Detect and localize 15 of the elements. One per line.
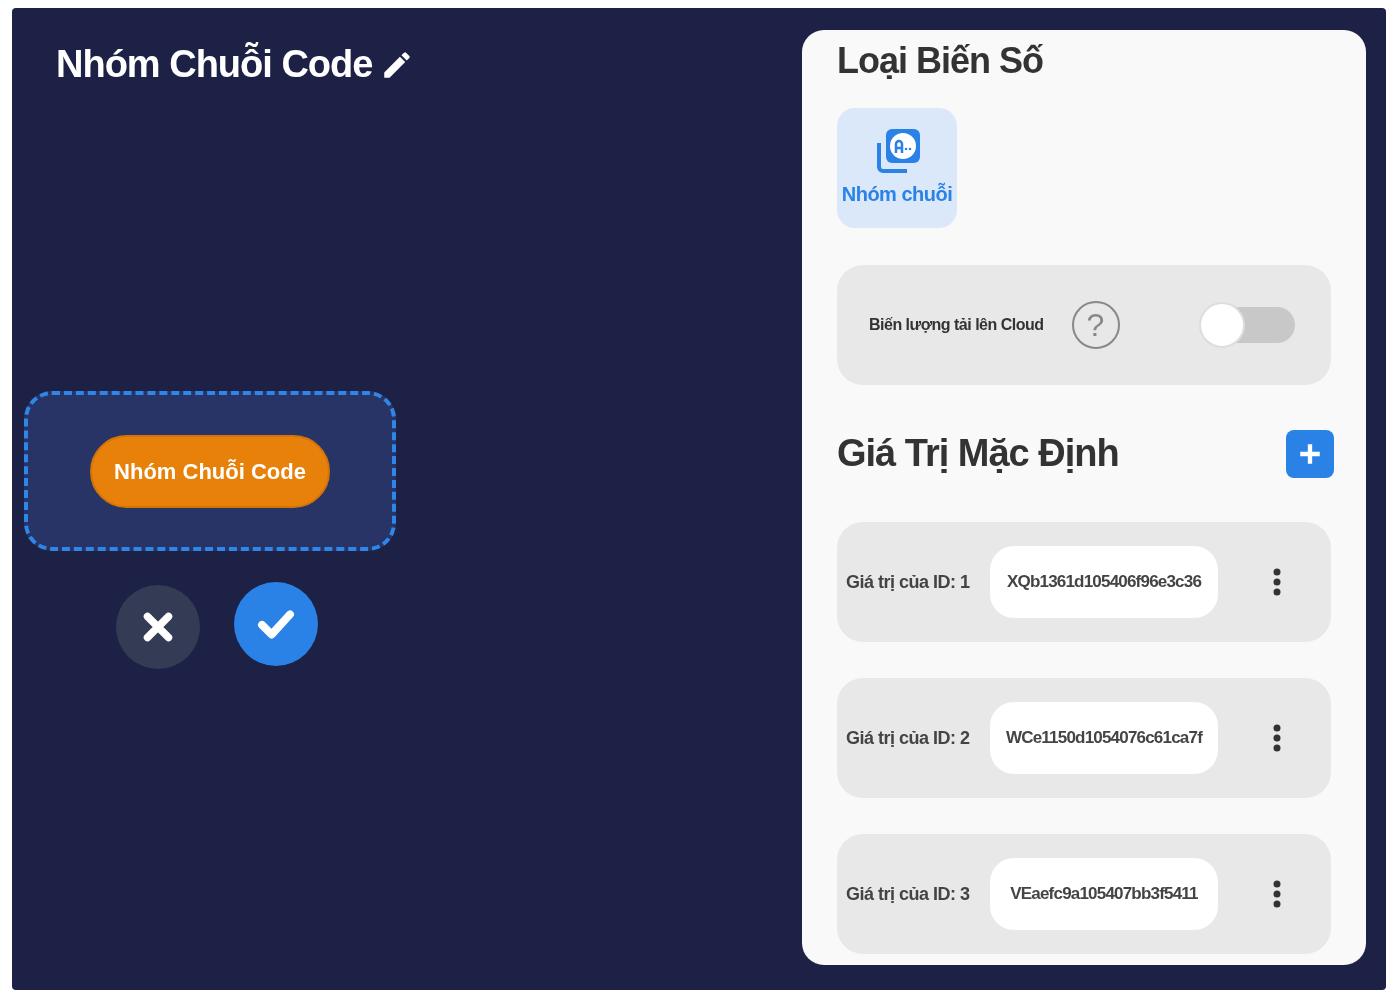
value-label: Giá trị của ID: 3	[846, 882, 971, 906]
cloud-label: Biến lượng tải lên Cloud	[869, 315, 1044, 335]
value-label: Giá trị của ID: 1	[846, 570, 971, 594]
value-field[interactable]: WCe1150d1054076c61ca7f	[990, 702, 1218, 774]
add-button[interactable]	[1286, 429, 1334, 478]
value-label: Giá trị của ID: 2	[846, 726, 971, 750]
more-icon[interactable]	[1273, 880, 1281, 908]
block-title: Nhóm Chuỗi Code	[56, 41, 373, 87]
value-field[interactable]: VEaefc9a105407bb3f5411	[990, 858, 1218, 930]
section-heading: Giá Trị Mặc Định	[837, 431, 1119, 476]
cloud-toggle[interactable]	[1199, 302, 1295, 348]
section-heading: Loại Biến Số	[837, 39, 1045, 83]
value-field[interactable]: XQb1361d105406f96e3c36	[990, 546, 1218, 618]
more-icon[interactable]	[1273, 724, 1281, 752]
more-icon[interactable]	[1273, 568, 1281, 596]
